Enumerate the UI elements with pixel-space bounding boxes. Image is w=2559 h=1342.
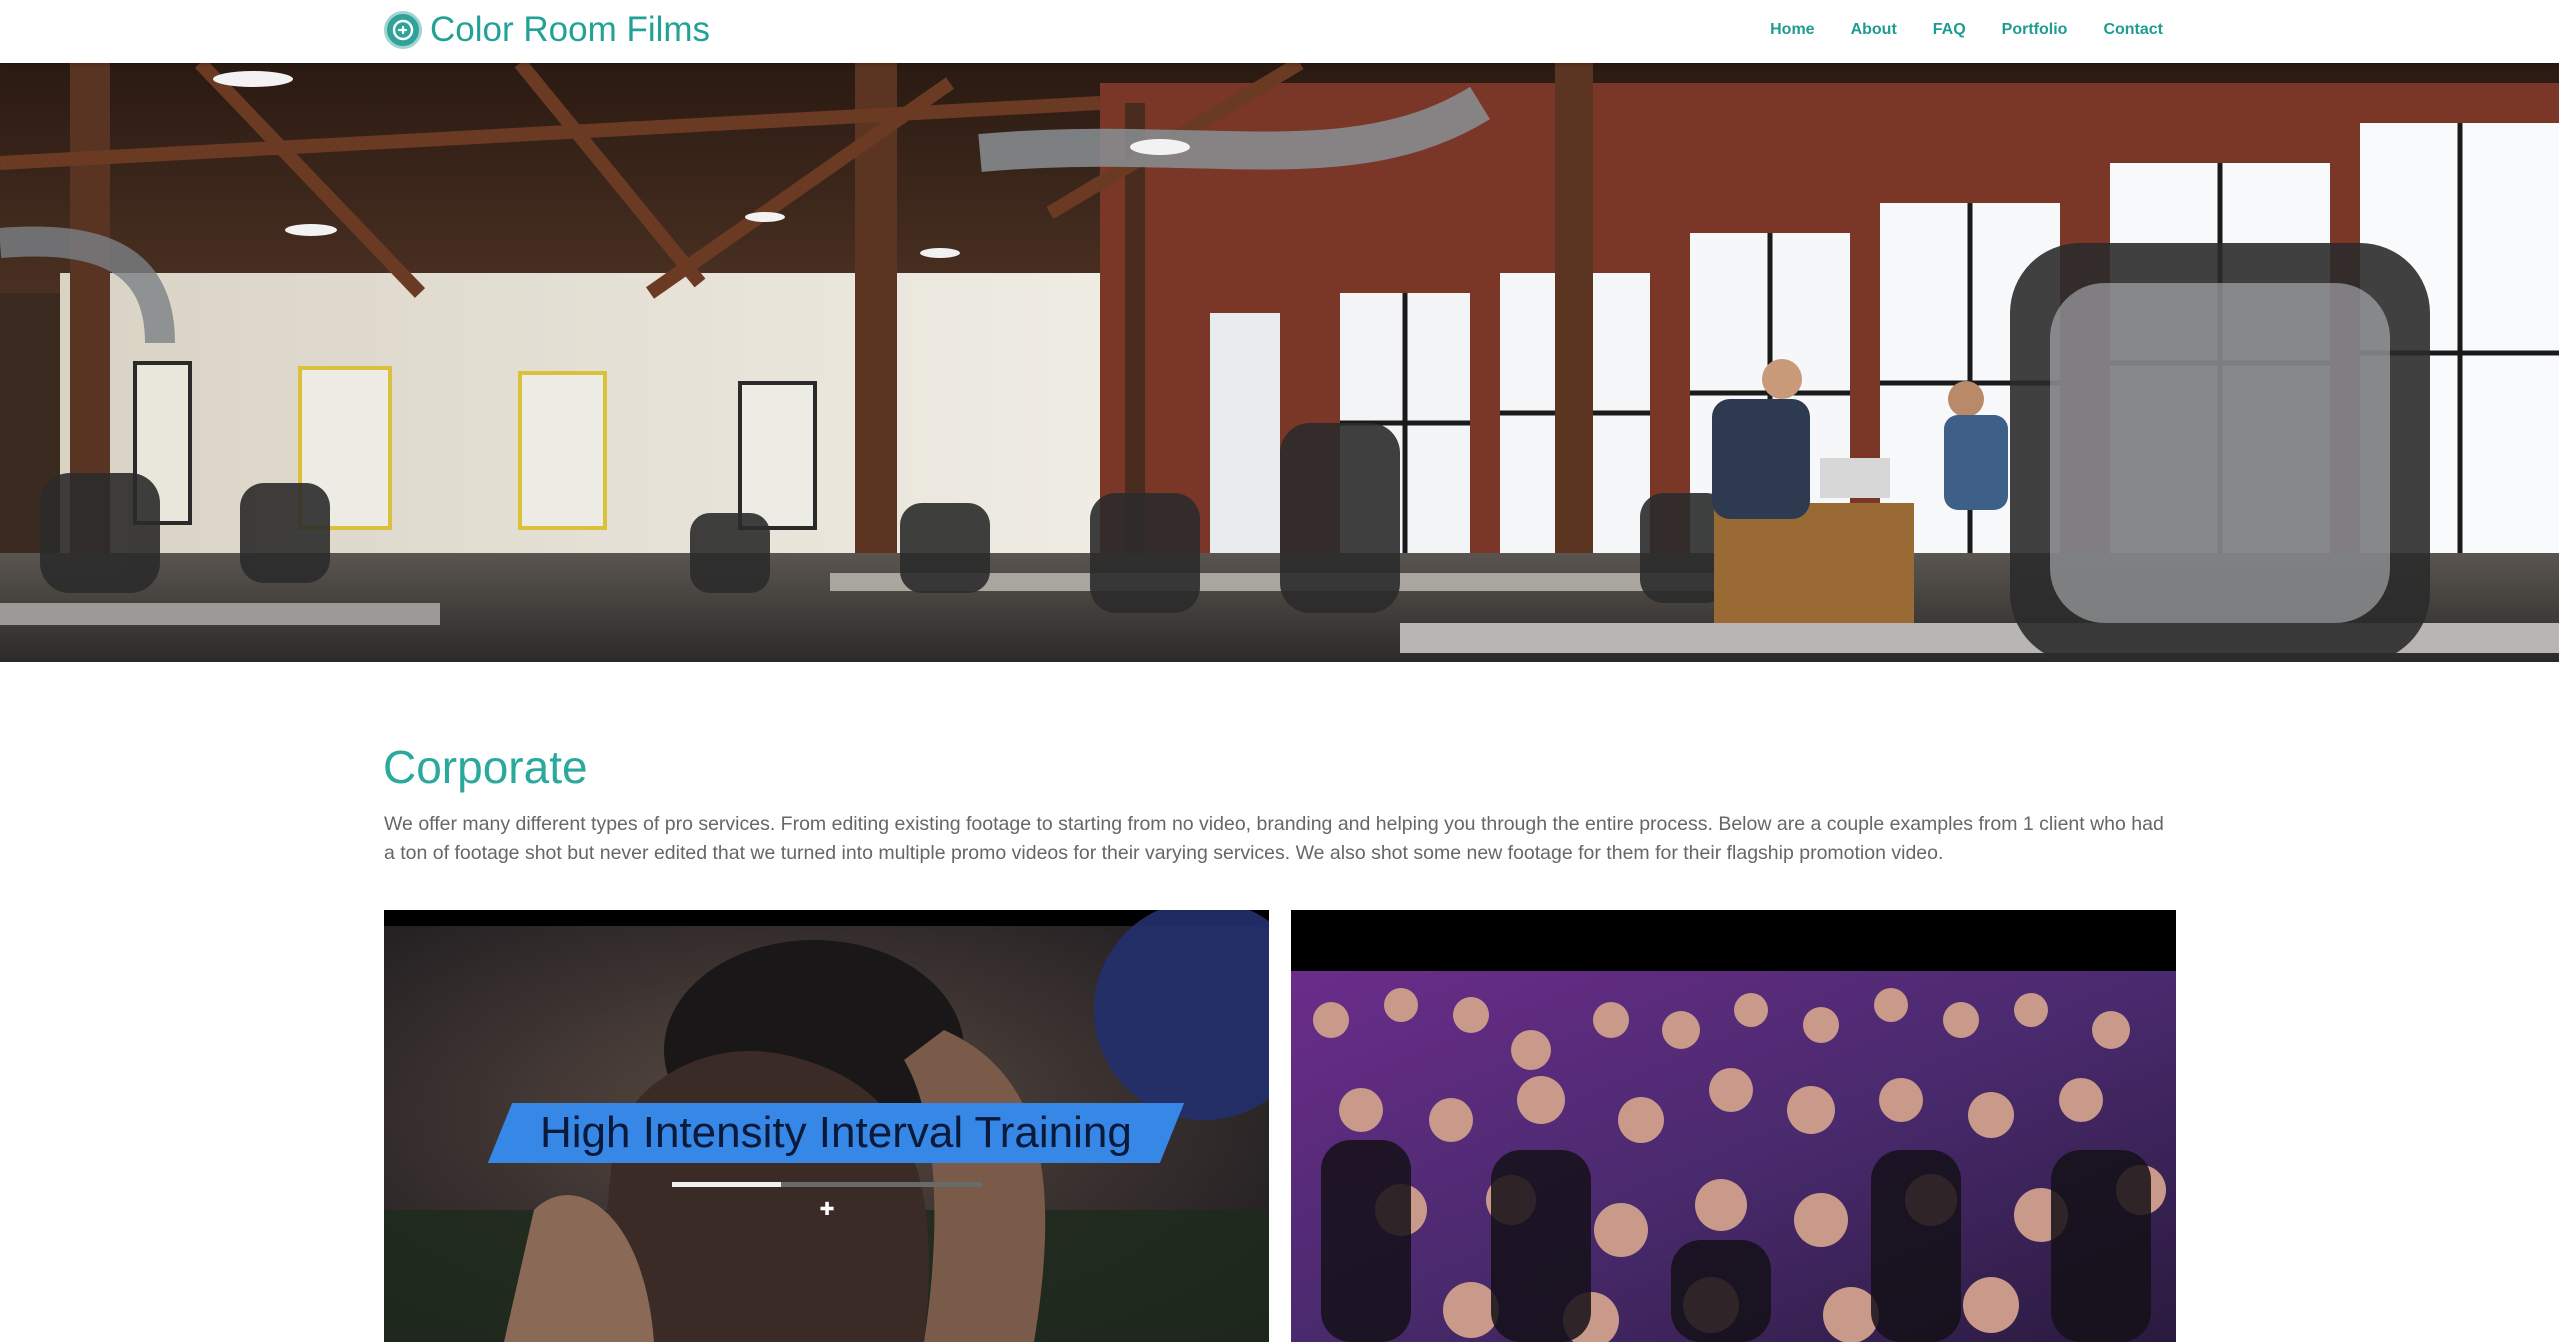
section-description: We offer many different types of pro ser… xyxy=(384,813,2164,864)
brand-link[interactable]: Color Room Films xyxy=(384,8,710,52)
video-hiit[interactable]: High Intensity Interval Training ✚ xyxy=(384,910,1269,1342)
cursor-icon: ✚ xyxy=(819,1199,835,1219)
party-crowd-photo-icon xyxy=(1291,910,2176,1342)
nav-contact[interactable]: Contact xyxy=(2103,18,2163,42)
nav-about[interactable]: About xyxy=(1851,18,1897,42)
nav-faq[interactable]: FAQ xyxy=(1933,18,1966,42)
logo-icon xyxy=(384,11,422,49)
hero-image xyxy=(0,63,2559,662)
hiit-title: High Intensity Interval Training xyxy=(540,1108,1132,1157)
brand-name: Color Room Films xyxy=(430,10,711,49)
section-title: Corporate xyxy=(383,741,588,793)
video-party[interactable] xyxy=(1291,910,2176,1342)
hiit-title-banner: High Intensity Interval Training xyxy=(487,1103,1185,1163)
nav-home[interactable]: Home xyxy=(1770,18,1814,42)
nav-portfolio[interactable]: Portfolio xyxy=(2002,18,2068,42)
video-progress-bar[interactable] xyxy=(672,1182,982,1187)
main-nav: Home About FAQ Portfolio Contact xyxy=(1770,18,2163,42)
office-photo-icon xyxy=(0,63,2559,662)
site-header: Color Room Films Home About FAQ Portfoli… xyxy=(0,0,2559,63)
video-progress-fill xyxy=(672,1182,781,1187)
